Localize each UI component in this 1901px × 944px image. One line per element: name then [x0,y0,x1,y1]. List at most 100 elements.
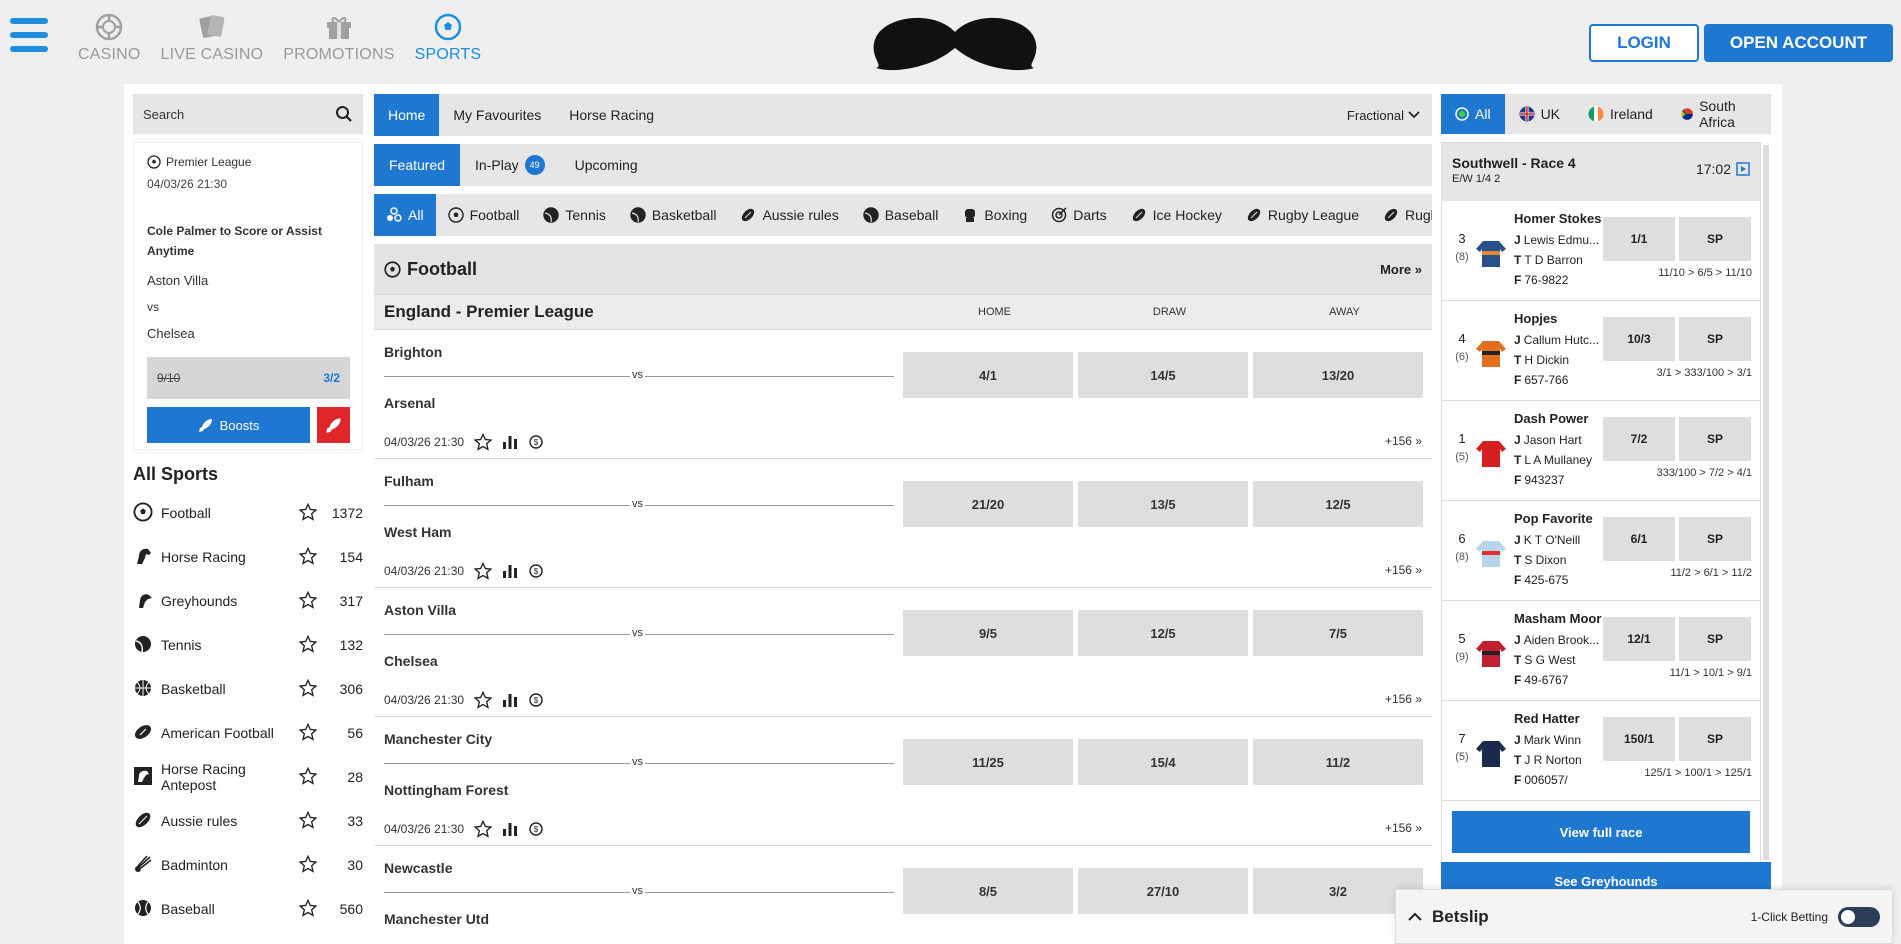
nav-sports[interactable]: SPORTS [415,12,482,64]
runner-price-button[interactable]: 1/1 [1603,217,1675,261]
chevron-up-icon[interactable] [1408,912,1422,922]
favourite-star-icon[interactable] [474,691,493,709]
view-full-race-button[interactable]: View full race [1452,811,1750,853]
more-markets-link[interactable]: +156 » [1385,563,1422,577]
away-odds-button[interactable]: 7/5 [1253,610,1423,656]
tab-upcoming[interactable]: Upcoming [560,144,653,186]
nav-live-casino[interactable]: LIVE CASINO [161,12,264,64]
sport-tab-ice-hockey[interactable]: Ice Hockey [1119,194,1234,236]
sport-item-football[interactable]: Football 1372 [133,491,363,535]
region-tab-all[interactable]: All [1441,94,1505,134]
odds-format-select[interactable]: Fractional [1347,94,1420,136]
moustache-logo[interactable] [870,14,1040,72]
draw-odds-button[interactable]: 13/5 [1078,481,1248,527]
favourite-star-icon[interactable] [298,590,319,612]
search-input[interactable]: Search [133,94,363,134]
favourite-star-icon[interactable] [298,766,319,788]
region-tab-ireland[interactable]: Ireland [1574,94,1667,134]
login-button[interactable]: LOGIN [1589,24,1699,62]
sport-tab-rugby[interactable]: Rugby [1371,194,1432,236]
away-odds-button[interactable]: 11/2 [1253,739,1423,785]
away-team[interactable]: Chelsea [384,653,438,669]
sport-tab-aussie-rules[interactable]: Aussie rules [728,194,850,236]
sport-item-basketball[interactable]: Basketball 306 [133,667,363,711]
sport-item-horse-racing-antepost[interactable]: Horse Racing Antepost 28 [133,755,363,799]
runner-price-button[interactable]: 6/1 [1603,517,1675,561]
draw-odds-button[interactable]: 15/4 [1078,739,1248,785]
more-markets-link[interactable]: +156 » [1385,434,1422,448]
sport-tab-tennis[interactable]: Tennis [531,194,617,236]
draw-odds-button[interactable]: 14/5 [1078,352,1248,398]
home-odds-button[interactable]: 11/25 [903,739,1073,785]
favourite-star-icon[interactable] [298,634,319,656]
more-link[interactable]: More » [1380,262,1422,277]
away-odds-button[interactable]: 13/20 [1253,352,1423,398]
away-team[interactable]: Nottingham Forest [384,782,508,798]
live-stream-icon[interactable] [1736,162,1750,176]
sport-item-aussie-rules[interactable]: Aussie rules 33 [133,799,363,843]
menu-icon[interactable] [10,18,48,62]
away-odds-button[interactable]: 12/5 [1253,481,1423,527]
promo-odds-button[interactable]: 9/10 3/2 [147,357,350,399]
nav-promotions[interactable]: PROMOTIONS [283,12,394,64]
favourite-star-icon[interactable] [474,562,493,580]
stats-icon[interactable] [502,821,518,837]
sport-item-tennis[interactable]: Tennis 132 [133,623,363,667]
stats-icon[interactable] [502,563,518,579]
favourite-star-icon[interactable] [474,433,493,451]
home-team[interactable]: Manchester City [384,731,492,747]
away-team[interactable]: West Ham [384,524,451,540]
home-team[interactable]: Newcastle [384,860,452,876]
tab-horse-racing[interactable]: Horse Racing [555,94,668,136]
runner-price-button[interactable]: 10/3 [1603,317,1675,361]
home-team[interactable]: Brighton [384,344,442,360]
sport-tab-rugby-league[interactable]: Rugby League [1234,194,1371,236]
away-team[interactable]: Manchester Utd [384,911,489,927]
sport-tab-football[interactable]: Football [436,194,532,236]
sport-tab-darts[interactable]: Darts [1039,194,1118,236]
favourite-star-icon[interactable] [298,722,319,744]
sport-item-badminton[interactable]: Badminton 30 [133,843,363,887]
runner-sp-button[interactable]: SP [1679,217,1751,261]
home-odds-button[interactable]: 4/1 [903,352,1073,398]
home-odds-button[interactable]: 21/20 [903,481,1073,527]
nav-casino[interactable]: CASINO [78,12,141,64]
sport-item-horse-racing[interactable]: Horse Racing 154 [133,535,363,579]
runner-price-button[interactable]: 150/1 [1603,717,1675,761]
more-markets-link[interactable]: +156 » [1385,692,1422,706]
favourite-star-icon[interactable] [298,678,319,700]
stats-icon[interactable] [502,692,518,708]
sport-item-baseball[interactable]: Baseball 560 [133,887,363,931]
runner-sp-button[interactable]: SP [1679,417,1751,461]
region-tab-south-africa[interactable]: South Africa [1667,94,1771,134]
home-team[interactable]: Aston Villa [384,602,456,618]
runner-price-button[interactable]: 7/2 [1603,417,1675,461]
draw-odds-button[interactable]: 12/5 [1078,610,1248,656]
tab-home[interactable]: Home [374,94,440,136]
runner-sp-button[interactable]: SP [1679,317,1751,361]
favourite-star-icon[interactable] [298,898,319,920]
sport-tab-boxing[interactable]: Boxing [950,194,1039,236]
rocket-boost-button[interactable] [317,407,350,443]
tab-in-play[interactable]: In-Play 49 [460,144,560,186]
home-odds-button[interactable]: 8/5 [903,868,1073,914]
tab-my-favourites[interactable]: My Favourites [439,94,555,136]
home-team[interactable]: Fulham [384,473,434,489]
region-tab-uk[interactable]: UK [1505,94,1574,134]
draw-odds-button[interactable]: 27/10 [1078,868,1248,914]
sport-tab-all[interactable]: All [374,194,436,236]
tab-featured[interactable]: Featured [374,144,461,186]
favourite-star-icon[interactable] [298,810,319,832]
sport-tab-baseball[interactable]: Baseball [851,194,951,236]
home-odds-button[interactable]: 9/5 [903,610,1073,656]
one-click-toggle[interactable] [1838,906,1880,927]
boosts-button[interactable]: Boosts [147,407,310,443]
runner-sp-button[interactable]: SP [1679,717,1751,761]
more-markets-link[interactable]: +156 » [1385,821,1422,835]
away-team[interactable]: Arsenal [384,395,435,411]
sport-tab-basketball[interactable]: Basketball [618,194,729,236]
search-icon[interactable] [335,105,353,123]
favourite-star-icon[interactable] [474,820,493,838]
betslip-bar[interactable]: Betslip 1-Click Betting [1395,889,1893,944]
favourite-star-icon[interactable] [298,546,319,568]
